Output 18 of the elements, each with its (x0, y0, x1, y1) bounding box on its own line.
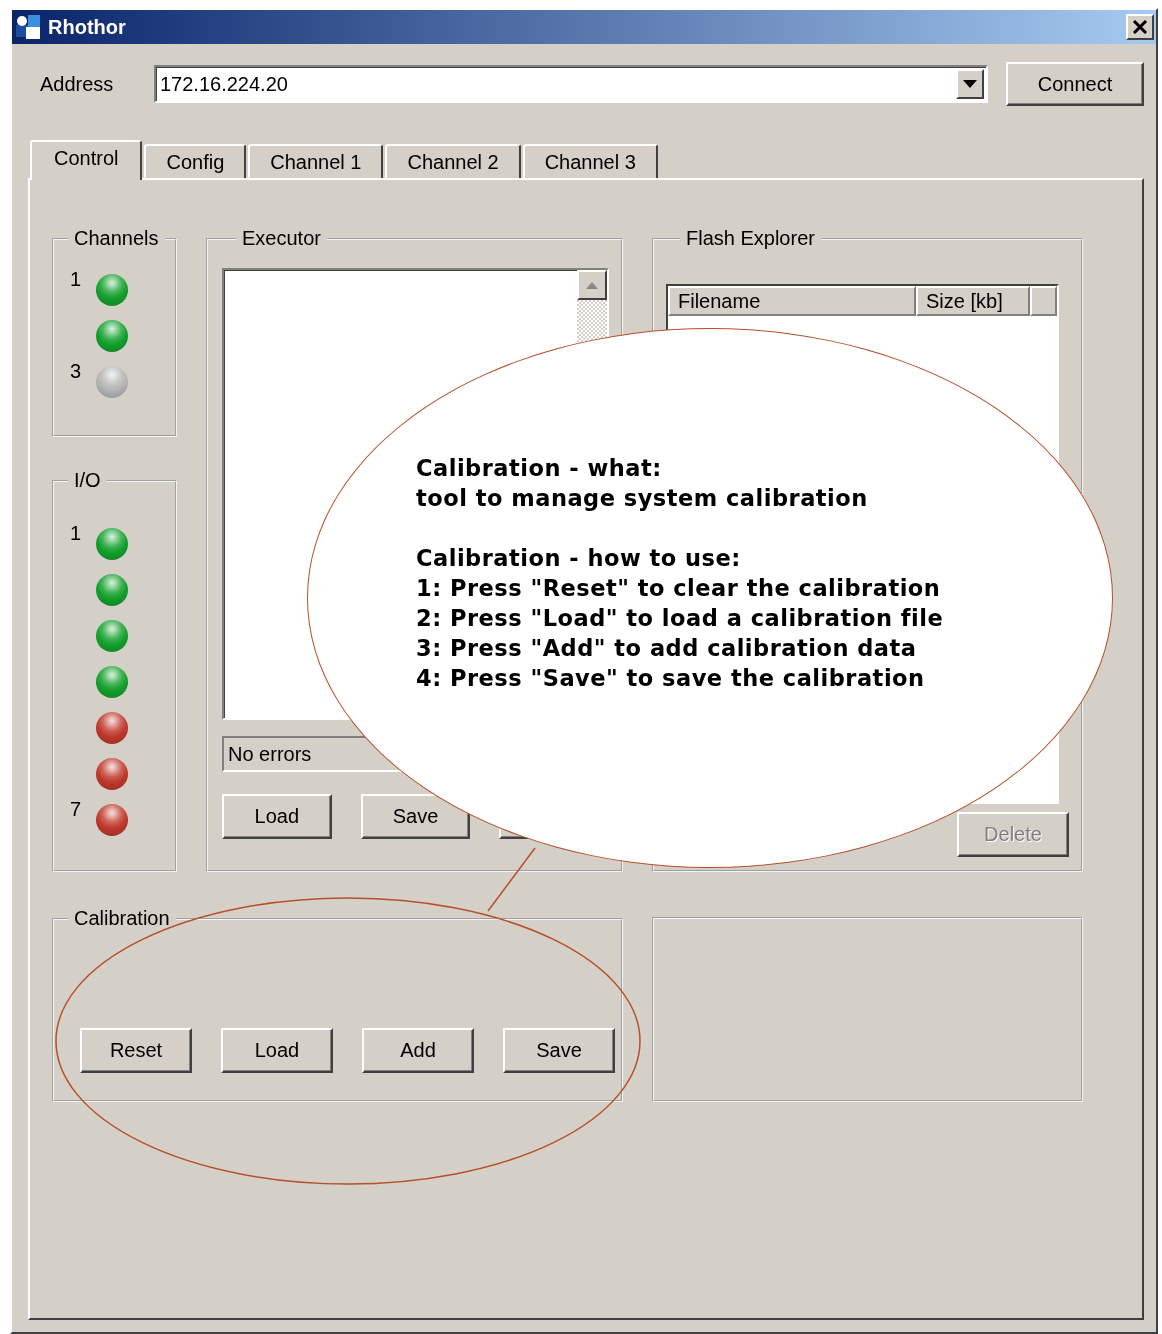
channel-number: 1 (70, 268, 82, 290)
group-title: Executor (241, 227, 322, 250)
io-number: 7 (70, 798, 82, 820)
group-title: Calibration (73, 907, 171, 930)
address-label: Address (40, 72, 115, 96)
window-title: Rhothor (48, 15, 127, 39)
io-number: 1 (70, 522, 82, 544)
callout-text: tool to manage system calibration (416, 484, 869, 513)
group-title: Channels (73, 227, 160, 250)
callout-text: 3: Press "Add" to add calibration data (416, 634, 918, 663)
callout-text: Calibration - how to use: (416, 544, 742, 573)
callout-text: 4: Press "Save" to save the calibration (416, 664, 926, 693)
callout-text: 2: Press "Load" to load a calibration file (416, 604, 945, 633)
group-title: I/O (73, 469, 102, 492)
group-title: Flash Explorer (685, 227, 816, 250)
channel-number: 3 (70, 360, 82, 382)
callout-text: 1: Press "Reset" to clear the calibration (416, 574, 942, 603)
callout-text: Calibration - what: (416, 454, 663, 483)
